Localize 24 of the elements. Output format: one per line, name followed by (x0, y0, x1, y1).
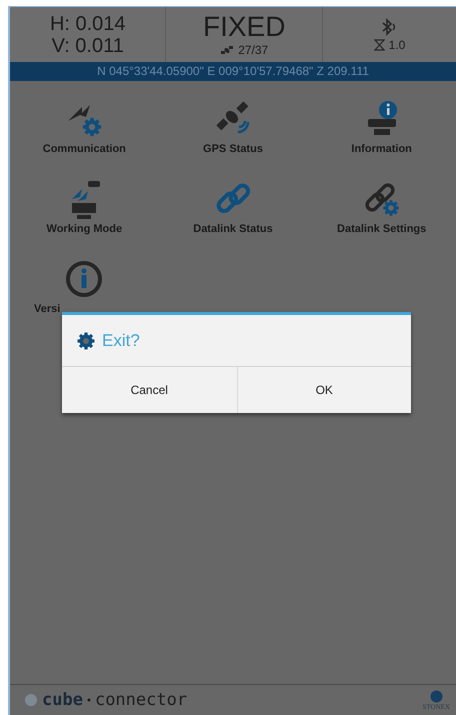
menu-item[interactable]: Datalink Status (193, 223, 273, 235)
satellite-icon (220, 44, 234, 56)
hourglass-icon (374, 39, 385, 51)
app-logo: cube (42, 690, 83, 710)
menu-item[interactable]: Working Mode (46, 223, 122, 235)
logo-dot-icon (86, 698, 91, 702)
app-logo-name: connector (94, 690, 188, 710)
age-value: 1.0 (388, 39, 406, 51)
menu-item[interactable]: Information (351, 143, 412, 155)
logo-icon (24, 693, 38, 707)
dialog-title: Exit? (102, 330, 140, 350)
satellite-count: 27/37 (238, 44, 268, 56)
info-icon (64, 259, 104, 299)
menu-item[interactable]: Communication (42, 143, 126, 155)
coordinates-bar: N 045°33'44.05900" E 009°10'57.79468" Z 209.111 (10, 62, 456, 81)
horizontal-precision: H: 0.014 (50, 14, 126, 34)
menu-item[interactable]: GPS Status (203, 143, 263, 155)
menu-item[interactable]: Datalink Settings (337, 223, 426, 235)
menu-item[interactable]: Versi (34, 303, 60, 315)
gear-icon (76, 330, 96, 350)
vertical-precision: V: 0.011 (52, 36, 124, 56)
dialog-button[interactable]: Cancel (62, 367, 236, 413)
dialog-button[interactable]: OK (236, 367, 411, 413)
fix-status: FIXED (202, 13, 286, 41)
